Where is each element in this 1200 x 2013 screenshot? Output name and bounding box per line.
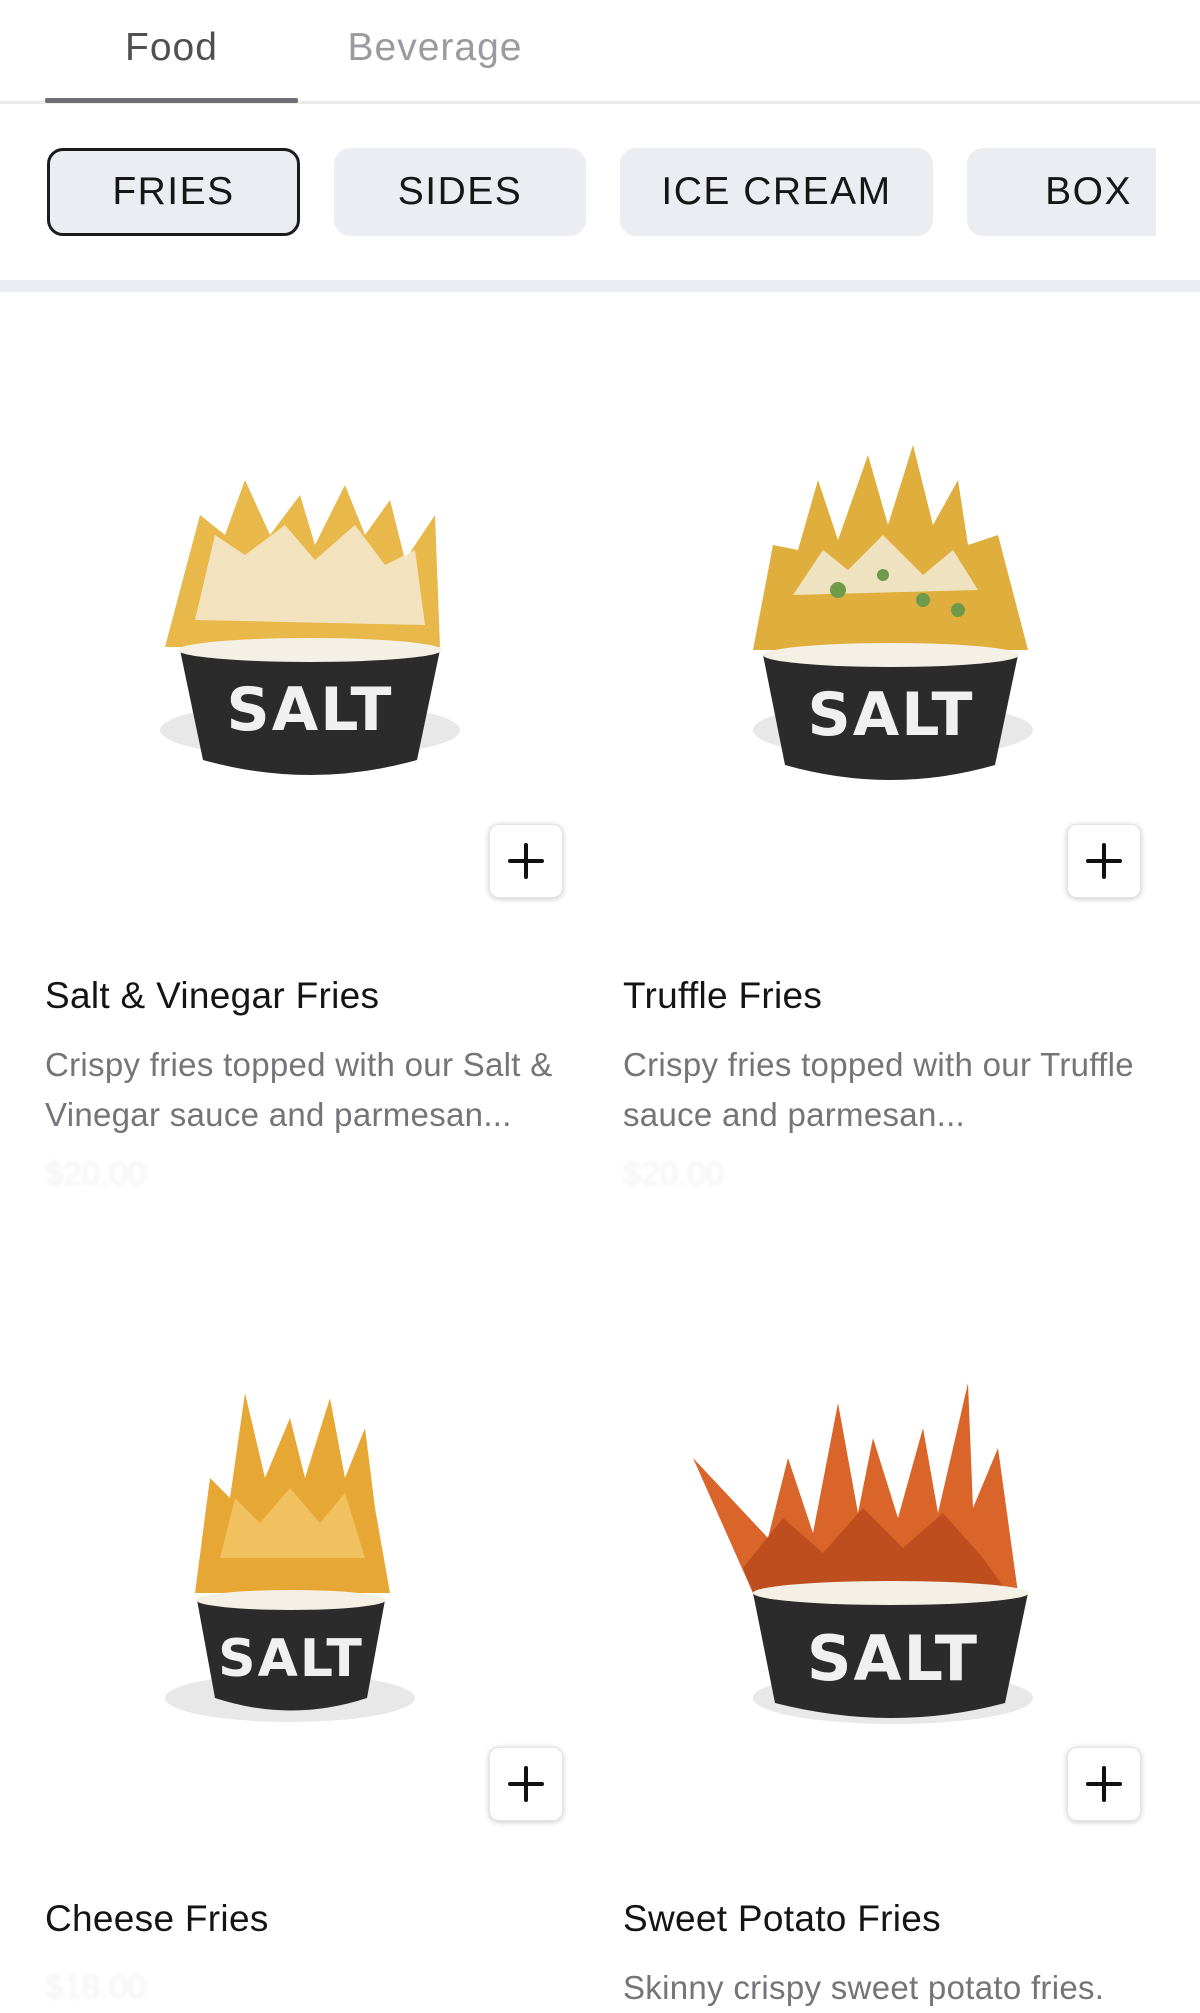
- category-fries[interactable]: FRIES: [47, 148, 300, 236]
- fries-pile: [195, 1393, 390, 1593]
- fries-pile: [753, 445, 1028, 650]
- fries-pile: [693, 1383, 1018, 1593]
- svg-text:SALT: SALT: [807, 1622, 979, 1695]
- section-divider: [0, 280, 1200, 292]
- fries-pile: [165, 480, 440, 647]
- plus-icon: [1086, 1766, 1122, 1802]
- product-description: Skinny crispy sweet potato fries.: [623, 1969, 1105, 2006]
- svg-text:SALT: SALT: [227, 675, 394, 745]
- tab-food[interactable]: Food: [45, 0, 298, 103]
- product-name: Truffle Fries: [623, 975, 823, 1016]
- product-name: Salt & Vinegar Fries: [45, 975, 380, 1016]
- product-description: Crispy fries topped with our Salt & Vine…: [45, 1046, 553, 1133]
- add-to-cart-button[interactable]: [489, 824, 563, 898]
- svg-text:SALT: SALT: [218, 1629, 364, 1689]
- category-box-label: BOX: [1045, 170, 1132, 213]
- add-to-cart-button[interactable]: [1067, 824, 1141, 898]
- plus-icon: [1086, 843, 1122, 879]
- category-box[interactable]: BOX: [967, 148, 1156, 236]
- product-name: Cheese Fries: [45, 1898, 269, 1939]
- category-ice-cream-label: ICE CREAM: [661, 170, 892, 213]
- tab-beverage[interactable]: Beverage: [310, 0, 560, 101]
- product-price: $20.00: [45, 1155, 146, 1192]
- svg-text:SALT: SALT: [808, 680, 975, 750]
- active-tab-indicator: [45, 98, 298, 103]
- product-name: Sweet Potato Fries: [623, 1898, 941, 1939]
- product-price: $20.00: [623, 1155, 724, 1192]
- add-to-cart-button[interactable]: [1067, 1747, 1141, 1821]
- tab-beverage-label: Beverage: [347, 26, 523, 69]
- product-price: $18.00: [45, 1968, 146, 2005]
- plus-icon: [508, 843, 544, 879]
- top-tab-bar: Food Beverage: [0, 0, 1200, 104]
- add-to-cart-button[interactable]: [489, 1747, 563, 1821]
- category-bar: FRIES SIDES ICE CREAM BOX: [0, 104, 1200, 280]
- product-description: Crispy fries topped with our Truffle sau…: [623, 1046, 1134, 1133]
- category-fries-label: FRIES: [112, 170, 235, 213]
- category-sides[interactable]: SIDES: [334, 148, 586, 236]
- category-ice-cream[interactable]: ICE CREAM: [620, 148, 933, 236]
- plus-icon: [508, 1766, 544, 1802]
- tab-food-label: Food: [125, 26, 218, 69]
- category-sides-label: SIDES: [397, 170, 523, 213]
